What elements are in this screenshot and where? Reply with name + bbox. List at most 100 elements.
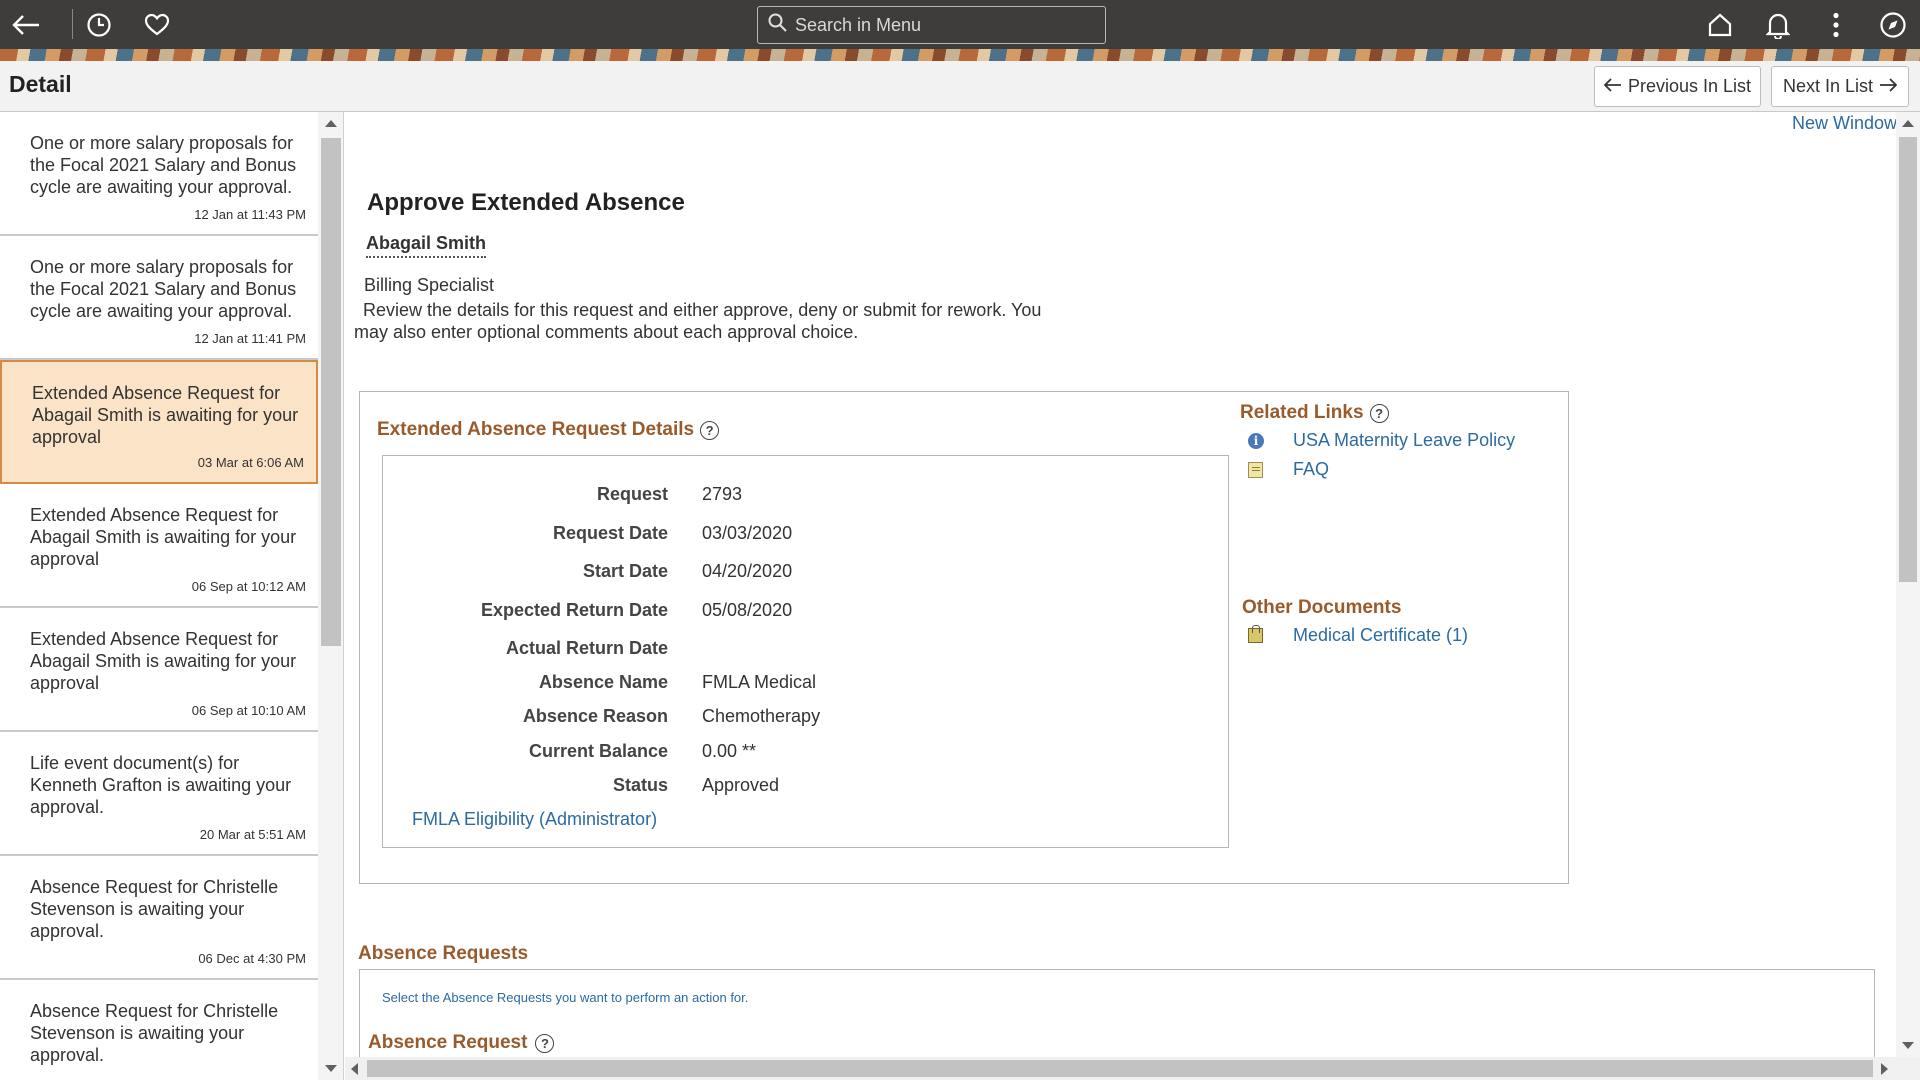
detail-label: Request Date (552, 523, 668, 543)
list-item[interactable]: Extended Absence Request for Abagail Smi… (0, 484, 318, 608)
next-in-list-button[interactable]: Next In List (1771, 66, 1909, 107)
related-link-row: FAQ (1248, 459, 1329, 480)
approval-instructions: Review the details for this request and … (354, 300, 1042, 342)
banner-pattern (0, 49, 1920, 61)
arrow-right-icon (1879, 76, 1898, 97)
list-item[interactable]: One or more salary proposals for the Foc… (0, 112, 318, 236)
list-item-text: Extended Absence Request for Abagail Smi… (30, 505, 297, 569)
list-item-text: Extended Absence Request for Abagail Smi… (32, 383, 299, 447)
scroll-up-arrow-icon[interactable] (1902, 120, 1914, 127)
absence-request-subtitle-text: Absence Request (368, 1032, 528, 1053)
scroll-down-arrow-icon[interactable] (325, 1065, 337, 1072)
next-in-list-label: Next In List (1782, 76, 1874, 96)
notifications-bell-icon[interactable] (1761, 8, 1795, 42)
help-icon[interactable]: ? (1369, 403, 1389, 423)
detail-label: Absence Reason (522, 706, 668, 726)
detail-row-request: Request 2793 (383, 484, 1230, 512)
info-icon: i (1248, 432, 1264, 449)
actions-menu-icon[interactable] (1819, 8, 1853, 42)
detail-value: FMLA Medical (702, 672, 817, 692)
absence-requests-instructions: Select the Absence Requests you want to … (382, 990, 749, 1005)
employee-name[interactable]: Abagail Smith (366, 233, 487, 258)
detail-row-request-date: Request Date 03/03/2020 (383, 523, 1230, 551)
list-item-text: Absence Request for Christelle Stevenson… (30, 877, 279, 941)
list-item-text: One or more salary proposals for the Foc… (30, 257, 297, 321)
maternity-leave-policy-link[interactable]: USA Maternity Leave Policy (1293, 430, 1515, 451)
other-documents-title: Other Documents (1242, 597, 1401, 619)
previous-in-list-button[interactable]: Previous In List (1594, 66, 1761, 107)
detail-label: Absence Name (538, 672, 668, 692)
list-item-timestamp: 03 Mar at 6:06 AM (197, 455, 304, 470)
list-item[interactable]: Life event document(s) for Kenneth Graft… (0, 732, 318, 856)
list-item-timestamp: 20 Mar at 5:51 AM (199, 827, 306, 842)
related-links-title-text: Related Links (1240, 402, 1364, 423)
list-item-timestamp: 06 Sep at 10:10 AM (191, 703, 306, 718)
request-details-table: Request 2793 Request Date 03/03/2020 Sta… (382, 455, 1229, 848)
detail-value: 05/08/2020 (702, 600, 793, 620)
detail-row-expected-return-date: Expected Return Date 05/08/2020 (383, 600, 1230, 628)
related-link-row: i USA Maternity Leave Policy (1248, 430, 1515, 451)
other-documents-title-text: Other Documents (1242, 597, 1402, 618)
detail-value: Approved (702, 775, 780, 795)
detail-label: Actual Return Date (505, 638, 668, 658)
detail-value: 2793 (702, 484, 743, 504)
history-icon[interactable] (82, 8, 116, 42)
other-document-row: Medical Certificate (1) (1248, 625, 1468, 646)
list-item[interactable]: One or more salary proposals for the Foc… (0, 236, 318, 360)
detail-header-bar: Detail Previous In List Next In List (0, 61, 1920, 112)
scroll-down-arrow-icon[interactable] (1902, 1042, 1914, 1049)
detail-label: Start Date (582, 561, 668, 581)
detail-label: Current Balance (528, 741, 668, 761)
content-vertical-scrollbar-thumb[interactable] (1899, 137, 1917, 582)
content-vertical-scrollbar[interactable] (1896, 112, 1920, 1057)
detail-value: 03/03/2020 (702, 523, 793, 543)
back-arrow-icon[interactable] (9, 8, 43, 42)
favorites-heart-icon[interactable] (140, 8, 174, 42)
scroll-up-arrow-icon[interactable] (325, 120, 337, 127)
approval-page-title: Approve Extended Absence (367, 189, 685, 216)
list-item-text: Life event document(s) for Kenneth Graft… (30, 753, 292, 817)
previous-in-list-label: Previous In List (1627, 76, 1752, 96)
scroll-right-arrow-icon[interactable] (1881, 1063, 1888, 1075)
content-horizontal-scrollbar-thumb[interactable] (367, 1060, 1873, 1077)
home-icon[interactable] (1703, 8, 1737, 42)
document-icon (1248, 461, 1263, 478)
help-icon[interactable]: ? (700, 420, 720, 440)
list-scrollbar[interactable] (318, 112, 343, 1080)
request-details-title-text: Extended Absence Request Details (377, 419, 695, 440)
search-menu-box[interactable] (757, 6, 1106, 44)
list-item[interactable]: Absence Request for Christelle Stevenson… (0, 856, 318, 980)
request-details-title: Extended Absence Request Details ? (377, 419, 720, 441)
list-item-selected[interactable]: Extended Absence Request for Abagail Smi… (0, 360, 318, 484)
topbar-divider (72, 9, 73, 39)
detail-row-current-balance: Current Balance 0.00 ** (383, 741, 1230, 769)
absence-request-subtitle: Absence Request ? (368, 1032, 555, 1054)
search-input[interactable] (795, 14, 1085, 36)
list-item-timestamp: 12 Jan at 11:41 PM (194, 331, 306, 346)
related-links-title: Related Links ? (1240, 402, 1389, 424)
page-title: Detail (9, 71, 72, 97)
list-item-timestamp: 06 Sep at 10:12 AM (191, 579, 306, 594)
medical-certificate-link[interactable]: Medical Certificate (1) (1293, 625, 1468, 646)
top-banner (0, 0, 1920, 61)
detail-label: Expected Return Date (480, 600, 668, 620)
absence-requests-group: Select the Absence Requests you want to … (359, 969, 1875, 1059)
list-item-text: Absence Request for Christelle Stevenson… (30, 1001, 279, 1065)
scroll-left-arrow-icon[interactable] (351, 1063, 358, 1075)
navbar-compass-icon[interactable] (1876, 8, 1910, 42)
fmla-eligibility-link[interactable]: FMLA Eligibility (Administrator) (412, 809, 657, 830)
detail-value: Chemotherapy (702, 706, 821, 726)
list-item[interactable]: Absence Request for Christelle Stevenson… (0, 980, 318, 1080)
list-item[interactable]: Extended Absence Request for Abagail Smi… (0, 608, 318, 732)
list-item-text: Extended Absence Request for Abagail Smi… (30, 629, 297, 693)
help-icon[interactable]: ? (535, 1033, 555, 1053)
list-scrollbar-thumb[interactable] (321, 138, 341, 646)
detail-row-absence-name: Absence Name FMLA Medical (383, 672, 1230, 700)
faq-link[interactable]: FAQ (1293, 459, 1329, 480)
list-item-timestamp: 12 Jan at 11:43 PM (194, 207, 306, 222)
new-window-link[interactable]: New Window (1792, 113, 1897, 134)
detail-value: 04/20/2020 (702, 561, 793, 581)
content-horizontal-scrollbar[interactable] (345, 1057, 1920, 1080)
list-item-timestamp: 06 Dec at 4:30 PM (198, 951, 306, 966)
list-item-text: One or more salary proposals for the Foc… (30, 133, 297, 197)
